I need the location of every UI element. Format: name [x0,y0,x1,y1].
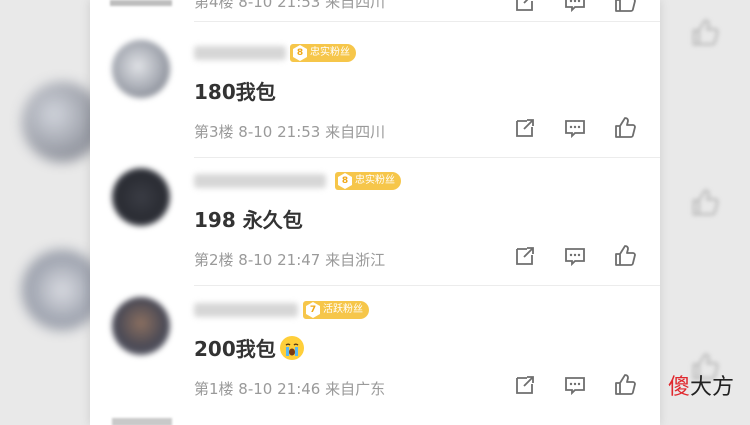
comment-meta: 第2楼 8-10 21:47 来自浙江 [194,251,386,269]
fan-level: 8 [293,45,307,61]
fan-badge-label: 忠实粉丝 [355,175,395,186]
comment-text: 198 永久包 [194,204,303,233]
fan-badge-label: 活跃粉丝 [323,304,363,315]
screenshot-stage: 第4楼 8-10 21:53 来自四川 8 忠实粉丝 180我包 第3楼 8-1… [0,0,750,425]
username-blurred[interactable] [194,174,326,188]
username-blurred[interactable] [194,303,298,317]
comment-text: 180我包 [194,76,276,105]
comment-meta: 第1楼 8-10 21:46 来自广东 [194,380,386,398]
like-icon[interactable] [613,116,637,140]
like-icon[interactable] [613,0,637,14]
fan-badge[interactable]: 7 活跃粉丝 [303,301,369,319]
divider [194,285,660,286]
comment-actions [513,373,637,397]
divider [194,21,660,22]
like-icon[interactable] [613,373,637,397]
reply-icon[interactable] [513,373,537,397]
comment-actions [513,116,637,140]
comment-actions [513,0,637,14]
comment-meta: 第4楼 8-10 21:53 来自四川 [194,0,386,11]
watermark-text: 大方 [689,375,734,400]
comment-text-value: 198 永久包 [194,208,303,232]
next-item-edge [112,418,172,425]
fan-badge[interactable]: 8 忠实粉丝 [335,172,401,190]
comment-icon[interactable] [563,244,587,268]
comment-item: 7 活跃粉丝 200我包 第1楼 8-10 21:46 来自广东 [90,287,660,415]
fan-badge-label: 忠实粉丝 [310,47,350,58]
avatar[interactable] [112,168,170,226]
watermark-accent-char: 傻 [667,375,690,400]
background-like-icon [690,18,720,48]
reply-icon[interactable] [513,244,537,268]
fan-badge[interactable]: 8 忠实粉丝 [290,44,356,62]
watermark: 傻大方 [668,369,734,401]
comment-text-value: 200我包 [194,337,276,361]
fan-level: 7 [306,302,320,318]
comment-text-value: 180我包 [194,80,276,104]
reply-icon[interactable] [513,0,537,14]
like-icon[interactable] [613,244,637,268]
comment-item: 8 忠实粉丝 180我包 第3楼 8-10 21:53 来自四川 [90,30,660,158]
avatar[interactable] [112,297,170,355]
background-like-icon [690,188,720,218]
reply-icon[interactable] [513,116,537,140]
blurred-avatar-edge [110,0,172,6]
comment-text: 200我包 [194,333,304,362]
partial-comment: 第4楼 8-10 21:53 来自四川 [90,0,660,22]
crying-face-icon [279,335,304,360]
avatar[interactable] [112,40,170,98]
comment-actions [513,244,637,268]
comment-meta: 第3楼 8-10 21:53 来自四川 [194,123,386,141]
fan-level: 8 [338,173,352,189]
comment-icon[interactable] [563,116,587,140]
comment-list-card: 第4楼 8-10 21:53 来自四川 8 忠实粉丝 180我包 第3楼 8-1… [90,0,660,425]
comment-icon[interactable] [563,0,587,14]
username-blurred[interactable] [194,46,286,60]
comment-item: 8 忠实粉丝 198 永久包 第2楼 8-10 21:47 来自浙江 [90,158,660,286]
comment-icon[interactable] [563,373,587,397]
